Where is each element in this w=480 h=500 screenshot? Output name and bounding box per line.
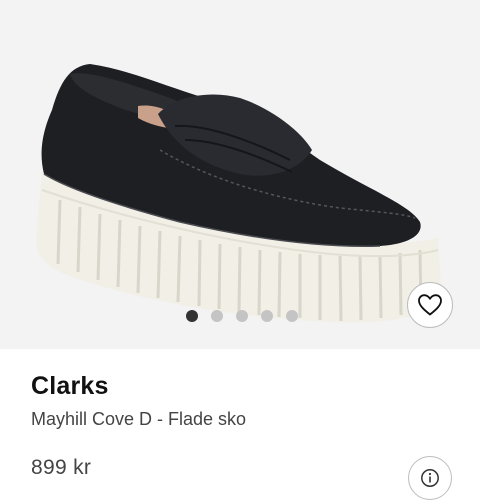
product-title: Mayhill Cove D - Flade sko: [31, 409, 247, 429]
product-price: 899 kr: [31, 456, 92, 479]
gallery-dot[interactable]: [236, 310, 248, 322]
info-button[interactable]: [408, 456, 452, 500]
product-brand[interactable]: Clarks: [31, 372, 109, 401]
gallery-dot[interactable]: [186, 310, 198, 322]
product-image-gallery[interactable]: [0, 0, 480, 349]
gallery-dot[interactable]: [211, 310, 223, 322]
gallery-pagination: [186, 310, 298, 322]
info-icon: [421, 469, 439, 487]
gallery-dot[interactable]: [286, 310, 298, 322]
favorite-button[interactable]: [407, 282, 453, 328]
heart-outline-icon: [418, 294, 442, 316]
gallery-dot[interactable]: [261, 310, 273, 322]
